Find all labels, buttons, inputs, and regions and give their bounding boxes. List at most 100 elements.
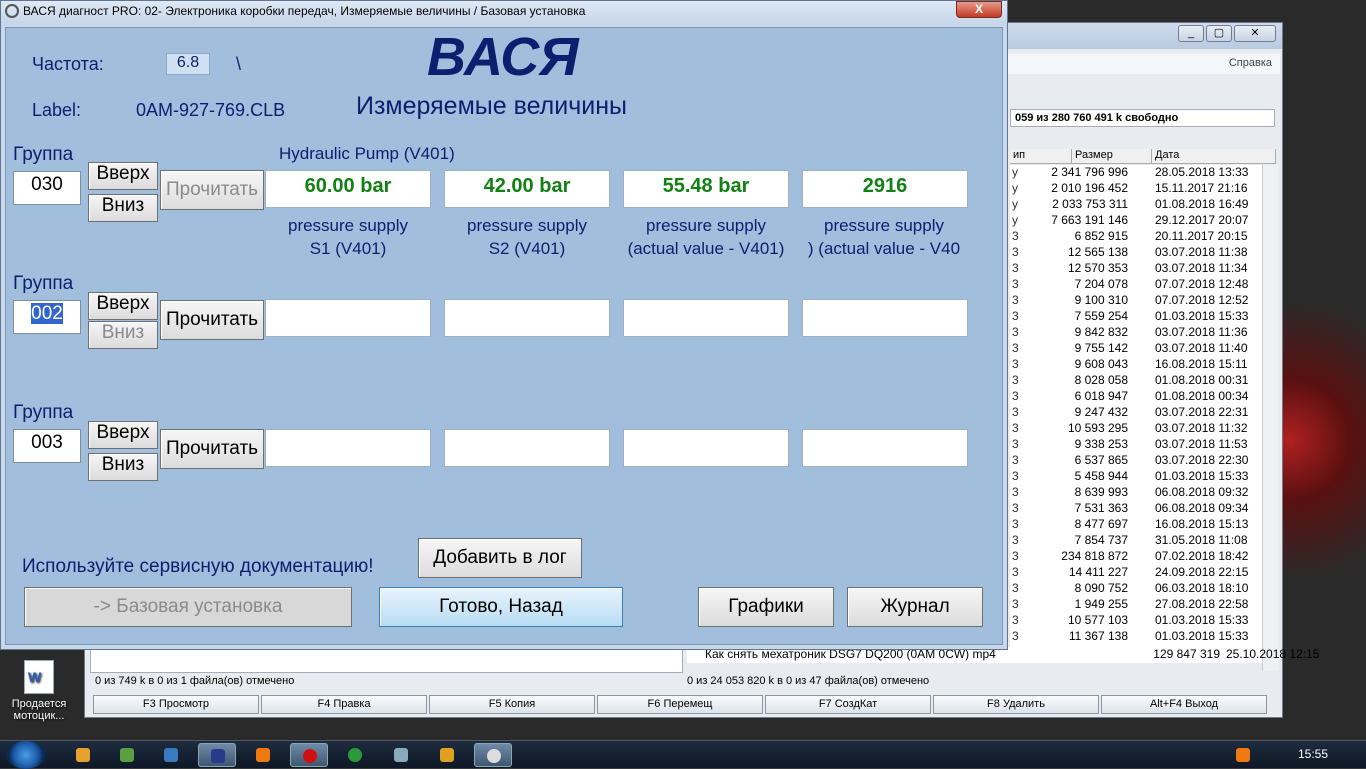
taskbar-app-utorrent[interactable]	[336, 743, 374, 767]
file-date: 28.05.2018 13:33	[1155, 165, 1249, 179]
close-button[interactable]: ✕	[1234, 25, 1276, 42]
list-item[interactable]: 3 234 818 872 07.02.2018 18:42	[1010, 549, 1262, 565]
file-size: 234 818 872	[1061, 549, 1128, 563]
taskbar-app-media[interactable]	[152, 743, 190, 767]
group1-desc-2: pressure supply S2 (V401)	[444, 214, 610, 260]
file-size: 12 565 138	[1067, 245, 1128, 259]
list-item[interactable]: 3 7 531 363 06.08.2018 09:34	[1010, 501, 1262, 517]
list-item[interactable]: y 2 033 753 311 01.08.2018 16:49	[1010, 197, 1262, 213]
taskbar-app-floppy[interactable]	[198, 743, 236, 767]
file-type: 3	[1012, 517, 1019, 531]
group1-up-button[interactable]: Вверх	[88, 162, 158, 190]
taskbar-app-paint[interactable]	[64, 743, 102, 767]
desc-line: pressure supply	[645, 216, 766, 235]
desktop-file-icon[interactable]: Продается мотоцик...	[8, 660, 70, 722]
file-size: 5 458 944	[1074, 469, 1128, 483]
fkey-button[interactable]: F7 СоздКат	[765, 695, 931, 714]
maximize-button[interactable]: ▢	[1206, 25, 1232, 42]
list-item[interactable]: 3 9 100 310 07.07.2018 12:52	[1010, 293, 1262, 309]
group2-number-input[interactable]: 002	[13, 300, 81, 334]
fkey-button[interactable]: F3 Просмотр	[93, 695, 259, 714]
list-item[interactable]: 3 8 639 993 06.08.2018 09:32	[1010, 485, 1262, 501]
file-date: 03.07.2018 11:36	[1155, 325, 1248, 339]
fkey-button[interactable]: F4 Правка	[261, 695, 427, 714]
fkey-button[interactable]: Alt+F4 Выход	[1101, 695, 1267, 714]
file-type: y	[1012, 213, 1018, 227]
list-item[interactable]: y 2 010 196 452 15.11.2017 21:16	[1010, 181, 1262, 197]
file-size: 8 639 993	[1074, 485, 1128, 499]
menu-help[interactable]: Справка	[1229, 57, 1272, 69]
list-item[interactable]: 3 6 852 915 20.11.2017 20:15	[1010, 229, 1262, 245]
list-item[interactable]: 3 7 854 737 31.05.2018 11:08	[1010, 533, 1262, 549]
list-item[interactable]: y 2 341 796 996 28.05.2018 13:33	[1010, 165, 1262, 181]
group3-down-button[interactable]: Вниз	[88, 453, 158, 481]
add-to-log-button[interactable]: Добавить в лог	[418, 538, 582, 578]
close-button[interactable]: X	[956, 1, 1002, 18]
group2-down-button[interactable]: Вниз	[88, 321, 158, 349]
file-list-header: ип Размер Дата	[1010, 149, 1276, 164]
list-item[interactable]: 3 6 018 947 01.08.2018 00:34	[1010, 389, 1262, 405]
group3-read-button[interactable]: Прочитать	[160, 429, 264, 469]
file-size: 8 090 752	[1074, 581, 1128, 595]
left-panel[interactable]	[90, 647, 683, 673]
list-item[interactable]: 3 1 949 255 27.08.2018 22:58	[1010, 597, 1262, 613]
list-item[interactable]: y 7 663 191 146 29.12.2017 20:07	[1010, 213, 1262, 229]
list-item[interactable]: 3 8 028 058 01.08.2018 00:31	[1010, 373, 1262, 389]
taskbar-app-images[interactable]	[108, 743, 146, 767]
file-size: 9 247 432	[1074, 405, 1128, 419]
list-item[interactable]: 3 7 559 254 01.03.2018 15:33	[1010, 309, 1262, 325]
file-date: 03.07.2018 11:34	[1155, 261, 1248, 275]
fkey-button[interactable]: F5 Копия	[429, 695, 595, 714]
list-item[interactable]: 3 12 570 353 03.07.2018 11:34	[1010, 261, 1262, 277]
list-item[interactable]: 3 9 247 432 03.07.2018 22:31	[1010, 405, 1262, 421]
group3-up-button[interactable]: Вверх	[88, 421, 158, 449]
list-item[interactable]: 3 9 755 142 03.07.2018 11:40	[1010, 341, 1262, 357]
group1-number-input[interactable]: 030	[13, 171, 81, 205]
journal-button[interactable]: Журнал	[847, 587, 983, 627]
taskbar-app-opera[interactable]	[290, 743, 328, 767]
list-item[interactable]: 3 6 537 865 03.07.2018 22:30	[1010, 453, 1262, 469]
list-item[interactable]: 3 5 458 944 01.03.2018 15:33	[1010, 469, 1262, 485]
group1-down-button[interactable]: Вниз	[88, 194, 158, 222]
freq-value: 6.8	[166, 53, 210, 75]
file-type: y	[1012, 165, 1018, 179]
list-item[interactable]: 3 9 842 832 03.07.2018 11:36	[1010, 325, 1262, 341]
taskbar-app-tool[interactable]	[382, 743, 420, 767]
group2-up-button[interactable]: Вверх	[88, 292, 158, 320]
list-item[interactable]: 3 10 593 295 03.07.2018 11:32	[1010, 421, 1262, 437]
file-date: 15.11.2017 21:16	[1155, 181, 1248, 195]
done-back-button[interactable]: Готово, Назад	[379, 587, 623, 627]
group1-desc-3: pressure supply (actual value - V401)	[620, 214, 792, 260]
column-type[interactable]: ип	[1010, 149, 1072, 163]
column-size[interactable]: Размер	[1072, 149, 1152, 163]
list-item[interactable]: 3 12 565 138 03.07.2018 11:38	[1010, 245, 1262, 261]
file-list[interactable]: y 2 341 796 996 28.05.2018 13:33 y 2 010 196…	[1010, 165, 1262, 663]
group1-read-button[interactable]: Прочитать	[160, 170, 264, 210]
tray-avast-icon[interactable]	[1224, 743, 1262, 767]
list-item[interactable]: 3 9 608 043 16.08.2018 15:11	[1010, 357, 1262, 373]
app-logo-title: ВАСЯ	[427, 27, 579, 87]
taskbar-app-winamp[interactable]	[428, 743, 466, 767]
list-item[interactable]: 3 7 204 078 07.07.2018 12:48	[1010, 277, 1262, 293]
file-date: 03.07.2018 11:53	[1155, 437, 1248, 451]
file-list-scrollbar[interactable]	[1262, 165, 1278, 671]
list-item[interactable]: 3 8 090 752 06.03.2018 18:10	[1010, 581, 1262, 597]
list-item[interactable]: 3 11 367 138 01.03.2018 15:33	[1010, 629, 1262, 645]
list-item[interactable]: 3 8 477 697 16.08.2018 15:13	[1010, 517, 1262, 533]
column-date[interactable]: Дата	[1152, 149, 1276, 163]
graphs-button[interactable]: Графики	[698, 587, 834, 627]
list-item[interactable]: 3 14 411 227 24.09.2018 22:15	[1010, 565, 1262, 581]
list-item[interactable]: 3 10 577 103 01.03.2018 15:33	[1010, 613, 1262, 629]
group2-read-button[interactable]: Прочитать	[160, 300, 264, 340]
taskbar-app-vasya[interactable]	[474, 743, 512, 767]
file-date: 03.07.2018 22:31	[1155, 405, 1249, 419]
minimize-button[interactable]: _	[1178, 25, 1204, 42]
group3-number-input[interactable]: 003	[13, 429, 81, 463]
taskbar-app-avast[interactable]	[244, 743, 282, 767]
list-item[interactable]: 3 9 338 253 03.07.2018 11:53	[1010, 437, 1262, 453]
fkey-button[interactable]: F6 Перемещ	[597, 695, 763, 714]
file-date: 03.07.2018 11:32	[1155, 421, 1248, 435]
fkey-button[interactable]: F8 Удалить	[933, 695, 1099, 714]
start-button[interactable]	[6, 741, 46, 769]
basic-settings-button[interactable]: -> Базовая установка	[24, 587, 352, 627]
